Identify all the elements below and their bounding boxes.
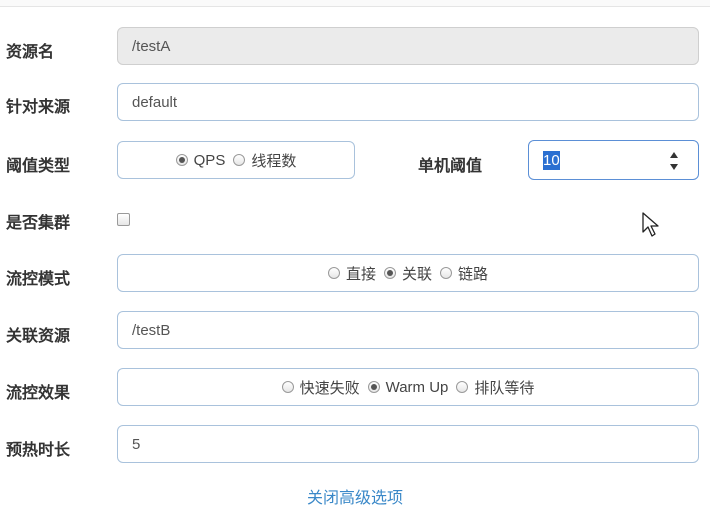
ref-resource-input[interactable]: /testB	[117, 311, 699, 349]
strategy-option-direct-label: 直接	[345, 265, 376, 283]
cluster-checkbox[interactable]	[117, 213, 130, 226]
resource-name-label: 资源名	[6, 44, 55, 61]
top-divider	[0, 0, 710, 7]
control-behavior-radio-group: 快速失败 Warm Up 排队等待	[117, 368, 699, 406]
spinner-up-icon[interactable]	[670, 152, 678, 158]
grade-option-thread-label: 线程数	[251, 152, 297, 170]
count-label: 单机阈值	[418, 158, 483, 175]
grade-option-thread[interactable]: 线程数	[233, 150, 296, 171]
mouse-pointer-icon	[642, 212, 659, 237]
radio-checked-icon	[367, 381, 380, 393]
number-spinner[interactable]	[669, 152, 679, 170]
radio-unchecked-icon	[327, 267, 340, 279]
strategy-option-direct[interactable]: 直接	[327, 263, 376, 284]
radio-checked-icon	[175, 154, 188, 166]
behavior-option-warm-up[interactable]: Warm Up	[367, 378, 449, 396]
behavior-option-fast-fail-label: 快速失败	[299, 379, 360, 397]
radio-unchecked-icon	[456, 381, 469, 393]
warmup-period-input[interactable]: 5	[117, 425, 699, 463]
ref-resource-value: /testB	[132, 321, 171, 339]
grade-label: 阈值类型	[6, 158, 71, 175]
behavior-option-queue[interactable]: 排队等待	[456, 377, 534, 398]
close-advanced-options-link[interactable]: 关闭高级选项	[0, 484, 710, 508]
grade-option-qps[interactable]: QPS	[175, 151, 226, 169]
count-value: 10	[543, 150, 560, 170]
radio-unchecked-icon	[281, 381, 294, 393]
radio-unchecked-icon	[440, 267, 452, 279]
strategy-radio-group: 直接 关联 链路	[117, 254, 699, 292]
radio-unchecked-icon	[233, 154, 246, 166]
count-number-input[interactable]: 10	[528, 140, 699, 180]
grade-option-qps-label: QPS	[193, 151, 226, 169]
strategy-label: 流控模式	[6, 271, 71, 288]
resource-name-input[interactable]: /testA	[117, 27, 699, 65]
spinner-down-icon[interactable]	[670, 164, 678, 170]
resource-name-value: /testA	[132, 37, 171, 55]
cluster-label: 是否集群	[6, 215, 71, 232]
behavior-option-warm-up-label: Warm Up	[385, 378, 449, 396]
warmup-period-value: 5	[132, 435, 141, 453]
behavior-option-queue-label: 排队等待	[474, 379, 535, 397]
limit-app-value: default	[132, 93, 178, 111]
radio-checked-icon	[383, 267, 396, 279]
grade-radio-group: QPS 线程数	[117, 141, 355, 179]
strategy-option-relate[interactable]: 关联	[383, 263, 432, 284]
control-behavior-label: 流控效果	[6, 385, 71, 402]
strategy-option-relate-label: 关联	[401, 265, 432, 283]
behavior-option-fast-fail[interactable]: 快速失败	[281, 377, 360, 398]
warmup-period-label: 预热时长	[6, 442, 71, 459]
ref-resource-label: 关联资源	[6, 328, 71, 345]
limit-app-input[interactable]: default	[117, 83, 699, 121]
strategy-option-chain-label: 链路	[458, 265, 489, 283]
limit-app-label: 针对来源	[6, 99, 71, 116]
strategy-option-chain[interactable]: 链路	[440, 263, 488, 284]
